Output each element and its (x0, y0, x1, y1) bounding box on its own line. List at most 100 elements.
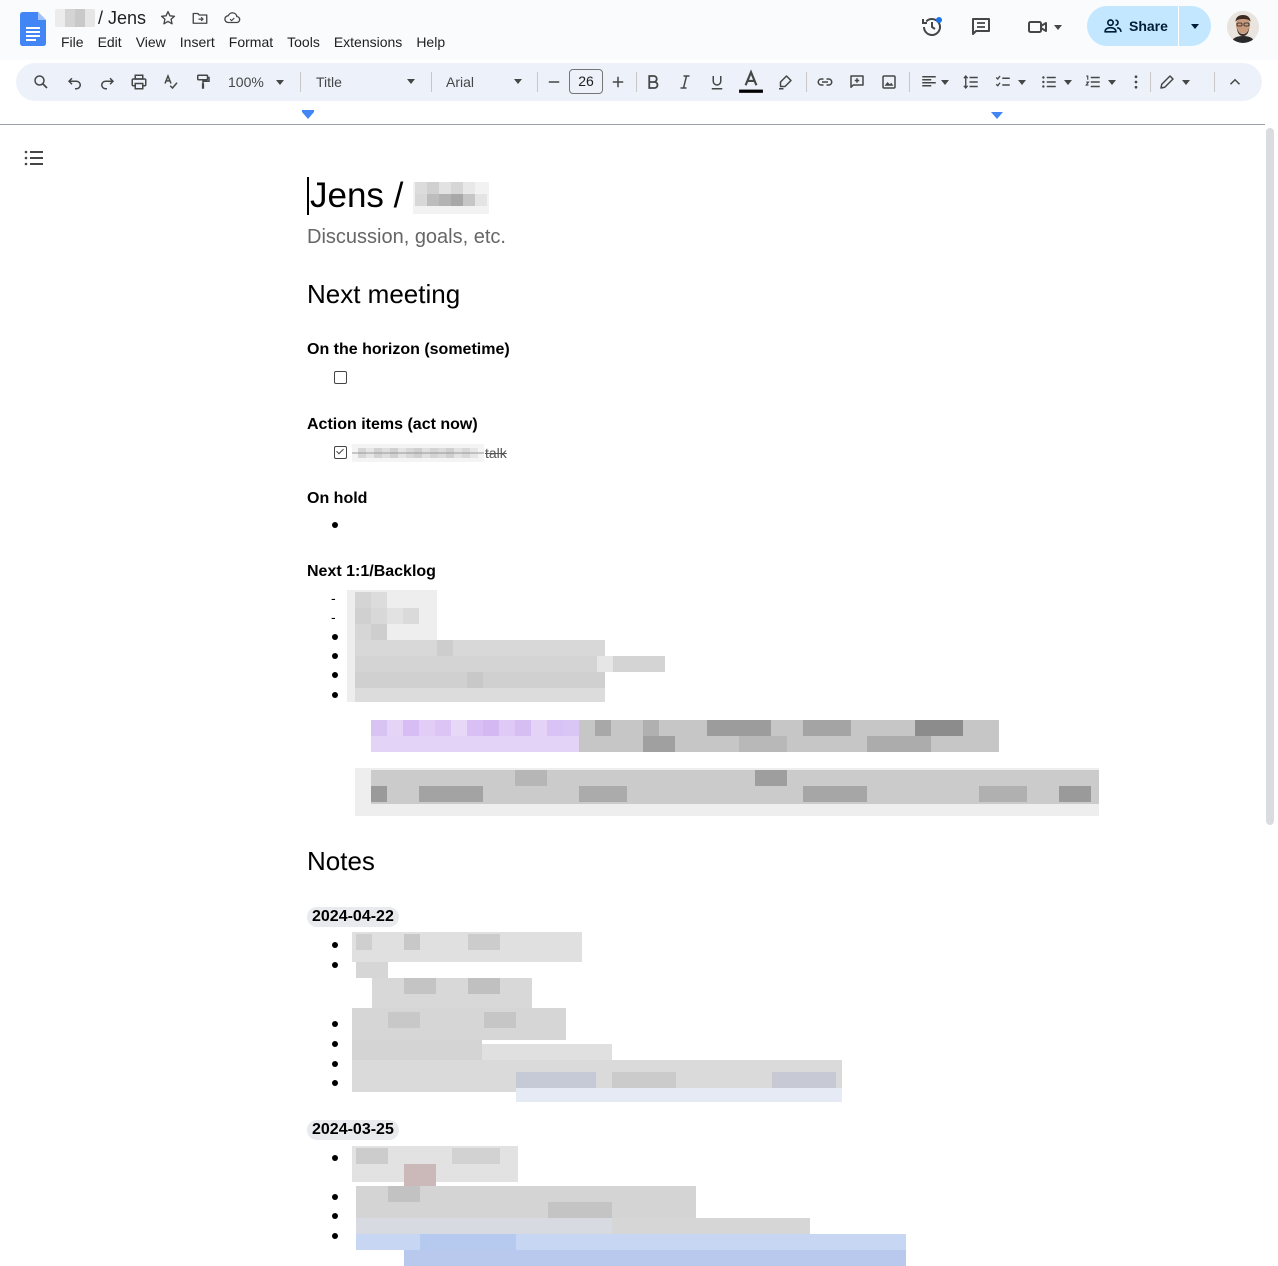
font-size-input[interactable]: 26 (569, 69, 603, 94)
menu-extensions[interactable]: Extensions (327, 32, 409, 52)
formatting-toolbar: 100% Title Arial 26 (16, 63, 1262, 101)
list-bullet (332, 1233, 338, 1239)
italic-icon[interactable] (672, 63, 698, 101)
numbered-list-icon[interactable] (1080, 63, 1120, 101)
share-dropdown-button[interactable] (1179, 6, 1211, 46)
font-family-select[interactable]: Arial (446, 63, 526, 101)
meet-icon[interactable] (1022, 13, 1066, 41)
title-bar: / Jens File Edit View Insert Format Tool… (0, 0, 1278, 60)
toolbar-divider (537, 72, 538, 92)
ruler (0, 108, 1265, 125)
comments-icon[interactable] (967, 13, 995, 41)
document-subtitle[interactable]: Discussion, goals, etc. (307, 226, 506, 249)
chevron-down-icon (1018, 79, 1026, 85)
vertical-scrollbar[interactable] (1266, 128, 1274, 825)
left-indent-marker[interactable] (302, 112, 314, 119)
date-chip[interactable]: 2024-04-22 (307, 907, 399, 927)
chevron-down-icon (1108, 79, 1116, 85)
chevron-down-icon (1064, 79, 1072, 85)
insert-image-icon[interactable] (876, 63, 902, 101)
align-icon[interactable] (916, 63, 952, 101)
right-indent-marker[interactable] (991, 112, 1003, 119)
redacted-backlog-content (347, 590, 1099, 816)
heading-action-items[interactable]: Action items (act now) (307, 416, 478, 434)
list-dash: - (331, 609, 336, 625)
paragraph-style-select[interactable]: Title (316, 63, 416, 101)
checklist-icon[interactable] (990, 63, 1030, 101)
heading-backlog[interactable]: Next 1:1/Backlog (307, 563, 436, 581)
decrease-font-size-icon[interactable] (544, 63, 564, 101)
share-button[interactable]: Share (1087, 6, 1178, 46)
zoom-select[interactable]: 100% (228, 63, 290, 101)
increase-font-size-icon[interactable] (608, 63, 628, 101)
redacted-notes-content (352, 932, 842, 1102)
share-people-icon (1104, 19, 1122, 33)
redacted-notes-content (352, 1146, 906, 1266)
heading-on-the-horizon[interactable]: On the horizon (sometime) (307, 341, 510, 359)
version-history-icon[interactable] (918, 13, 946, 41)
bold-icon[interactable] (640, 63, 666, 101)
underline-icon[interactable] (704, 63, 730, 101)
move-folder-icon[interactable] (190, 8, 210, 28)
star-icon[interactable] (158, 8, 178, 28)
insert-link-icon[interactable] (812, 63, 838, 101)
list-bullet (332, 672, 338, 678)
spellcheck-icon[interactable] (158, 63, 184, 101)
toolbar-divider (636, 72, 637, 92)
menu-edit[interactable]: Edit (91, 32, 129, 52)
action-item-text[interactable]: talk (485, 445, 507, 461)
date-chip[interactable]: 2024-03-25 (307, 1120, 399, 1140)
list-dash: - (331, 590, 336, 606)
list-bullet (332, 962, 338, 968)
avatar[interactable] (1227, 11, 1259, 43)
undo-icon[interactable] (62, 63, 88, 101)
docs-logo-icon[interactable] (20, 12, 46, 46)
redacted-title-part (55, 9, 95, 27)
share-label: Share (1129, 18, 1168, 34)
chevron-down-icon (1182, 79, 1190, 85)
redo-icon[interactable] (94, 63, 120, 101)
heading-notes[interactable]: Notes (307, 846, 375, 877)
list-bullet (332, 634, 338, 640)
checklist-checkbox[interactable] (334, 371, 347, 384)
list-bullet (332, 1080, 338, 1086)
paint-format-icon[interactable] (190, 63, 216, 101)
editing-mode-icon[interactable] (1154, 63, 1194, 101)
toolbar-divider (909, 72, 910, 92)
list-bullet (332, 1194, 338, 1200)
menu-format[interactable]: Format (222, 32, 280, 52)
more-options-icon[interactable] (1126, 63, 1146, 101)
chevron-down-icon (940, 79, 949, 85)
heading-next-meeting[interactable]: Next meeting (307, 279, 460, 310)
meet-caret-icon[interactable] (1054, 24, 1062, 30)
document-heading[interactable]: Jens / (307, 176, 490, 216)
toolbar-divider (431, 72, 432, 92)
menu-insert[interactable]: Insert (173, 32, 222, 52)
menu-view[interactable]: View (129, 32, 173, 52)
document-outline-icon[interactable] (22, 146, 46, 170)
toolbar-divider (1150, 72, 1151, 92)
collapse-menus-icon[interactable] (1222, 63, 1248, 101)
search-menus-icon[interactable] (28, 63, 54, 101)
document-title[interactable]: / Jens (98, 8, 146, 29)
chevron-down-icon (1190, 23, 1199, 29)
menu-tools[interactable]: Tools (280, 32, 327, 52)
text-color-icon[interactable] (736, 63, 766, 101)
highlight-color-icon[interactable] (772, 63, 798, 101)
list-bullet (332, 1213, 338, 1219)
line-spacing-icon[interactable] (958, 63, 984, 101)
print-icon[interactable] (126, 63, 152, 101)
redacted-action-item-text (352, 444, 484, 462)
toolbar-divider (300, 72, 301, 92)
toolbar-divider (1214, 72, 1215, 92)
add-comment-icon[interactable] (844, 63, 870, 101)
menu-help[interactable]: Help (409, 32, 452, 52)
menu-file[interactable]: File (54, 32, 91, 52)
checklist-checkbox-checked[interactable] (334, 446, 347, 459)
heading-on-hold[interactable]: On hold (307, 490, 367, 508)
menu-bar: File Edit View Insert Format Tools Exten… (54, 32, 452, 52)
bulleted-list-icon[interactable] (1036, 63, 1076, 101)
cloud-status-icon[interactable] (222, 8, 242, 28)
list-bullet (332, 1061, 338, 1067)
chevron-down-icon (275, 79, 284, 85)
